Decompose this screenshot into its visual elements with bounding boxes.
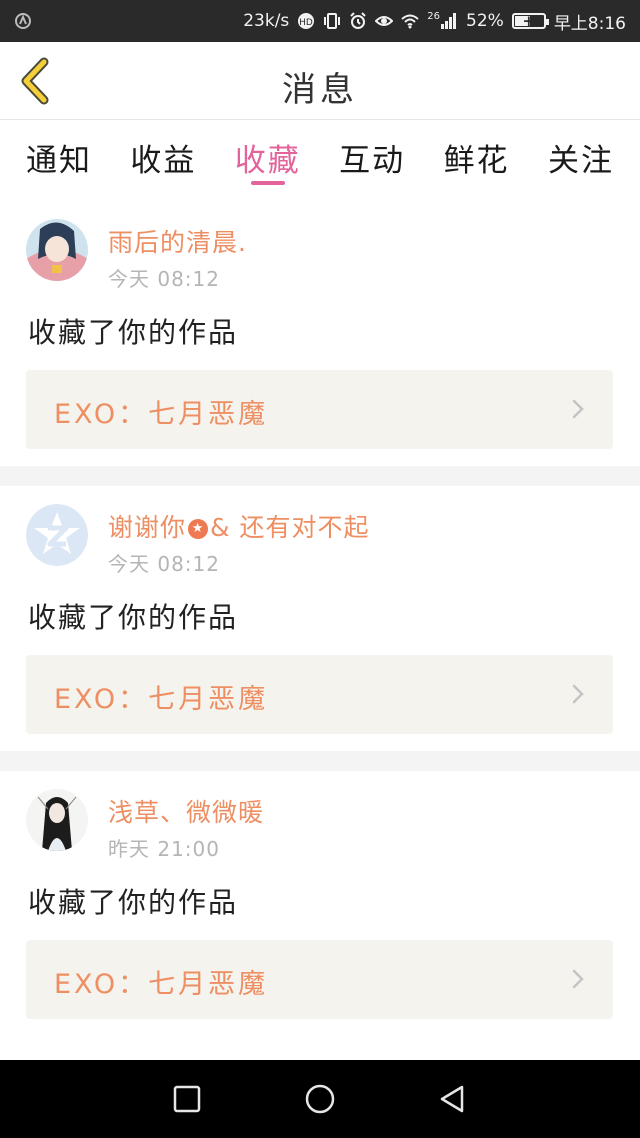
work-title: EXO：七月恶魔 [54, 684, 269, 715]
tab-label: 鲜花 [443, 143, 510, 179]
back-nav-button[interactable] [428, 1074, 478, 1124]
list-item: 浅草、微微暖 昨天 21:00 收藏了你的作品 EXO：七月恶魔 [0, 771, 640, 1036]
tab-label: 收益 [130, 143, 197, 179]
tab-interactions[interactable]: 互动 [339, 121, 405, 201]
clock: 早上8:16 [553, 13, 626, 34]
active-tab-indicator [250, 181, 285, 185]
network-type: 26 [427, 10, 441, 22]
navigation-bar [0, 1060, 640, 1138]
divider [0, 751, 640, 771]
work-title: EXO：七月恶魔 [54, 969, 269, 1000]
chevron-right-icon [572, 399, 584, 419]
list-item: 谢谢你 ★ & 还有对不起 今天 08:12 收藏了你的作品 EXO：七月恶魔 [0, 486, 640, 751]
header: 消息 [0, 42, 640, 120]
home-button[interactable] [295, 1074, 345, 1124]
tab-earnings[interactable]: 收益 [130, 121, 196, 201]
net-speed: 23k/s [243, 11, 290, 31]
user-name[interactable]: 雨后的清晨. [108, 223, 247, 259]
message-text: 收藏了你的作品 [28, 886, 239, 919]
square-icon [173, 1085, 200, 1113]
message-time: 昨天 21:00 [108, 837, 220, 861]
tab-label: 通知 [26, 143, 92, 179]
tab-label: 互动 [339, 143, 406, 179]
list-item: 雨后的清晨. 今天 08:12 收藏了你的作品 EXO：七月恶魔 [0, 201, 640, 466]
message-time: 今天 08:12 [108, 552, 220, 576]
hd-icon: HD [297, 12, 315, 30]
work-card[interactable]: EXO：七月恶魔 [26, 370, 613, 449]
user-name[interactable]: 谢谢你 ★ & 还有对不起 [108, 508, 369, 544]
user-name-suffix: & 还有对不起 [210, 513, 370, 542]
work-card[interactable]: EXO：七月恶魔 [26, 655, 613, 734]
triangle-back-icon [441, 1085, 464, 1113]
message-time: 今天 08:12 [108, 267, 220, 291]
tab-favorites[interactable]: 收藏 [235, 121, 301, 201]
work-card[interactable]: EXO：七月恶魔 [26, 940, 613, 1019]
vibrate-icon [323, 12, 341, 30]
tab-label: 关注 [547, 143, 614, 179]
chevron-right-icon [572, 684, 584, 704]
app-notification-icon [14, 12, 32, 30]
alarm-icon [349, 12, 367, 30]
message-text: 收藏了你的作品 [28, 601, 239, 634]
recent-apps-button[interactable] [162, 1074, 212, 1124]
signal-icon [440, 12, 458, 30]
eye-icon [374, 12, 394, 30]
tab-follows[interactable]: 关注 [548, 121, 614, 201]
avatar[interactable] [26, 504, 88, 566]
svg-text:HD: HD [299, 18, 313, 28]
tab-flowers[interactable]: 鲜花 [444, 121, 510, 201]
tab-label: 收藏 [234, 143, 301, 179]
wifi-icon [401, 12, 419, 30]
user-name-prefix: 谢谢你 [108, 513, 187, 542]
work-title: EXO：七月恶魔 [54, 399, 269, 430]
divider [0, 466, 640, 486]
circle-icon [305, 1084, 335, 1114]
avatar[interactable] [26, 789, 88, 851]
page-title: 消息 [282, 70, 358, 110]
message-text: 收藏了你的作品 [28, 316, 239, 349]
tab-bar: 通知 收益 收藏 互动 鲜花 关注 [0, 121, 640, 201]
battery-icon: + [511, 12, 549, 30]
user-name[interactable]: 浅草、微微暖 [108, 793, 264, 829]
battery-percent: 52% [466, 11, 504, 31]
star-badge-icon: ★ [188, 519, 209, 539]
avatar[interactable] [26, 219, 88, 281]
message-list: 雨后的清晨. 今天 08:12 收藏了你的作品 EXO：七月恶魔 谢谢你 ★ & 还… [0, 201, 640, 1036]
chevron-right-icon [572, 969, 584, 989]
tab-notifications[interactable]: 通知 [26, 121, 92, 201]
status-bar: 23k/s HD 26 52% + 早上8:16 [0, 0, 640, 42]
